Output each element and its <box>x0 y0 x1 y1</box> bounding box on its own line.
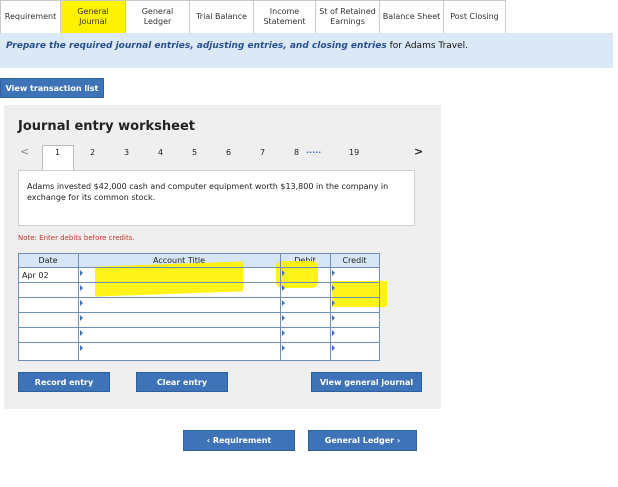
credit-input-icon[interactable] <box>332 285 335 291</box>
table-line <box>18 297 379 298</box>
pager-next-icon[interactable]: > <box>414 145 423 158</box>
pager-page-7[interactable]: 7 <box>260 148 265 157</box>
debit-input-icon[interactable] <box>282 300 285 306</box>
tab-label: Income Statement <box>263 7 306 26</box>
journal-entry-table: Date Account Title Debit Credit Apr 02 <box>18 253 387 361</box>
instruction-banner: Prepare the required journal entries, ad… <box>0 33 613 68</box>
entry-pager: < 1 2 3 4 5 6 7 8 ····· 19 > <box>14 145 434 170</box>
instruction-rest: for Adams Travel. <box>389 41 469 51</box>
table-line <box>330 253 331 361</box>
pager-page-4[interactable]: 4 <box>158 148 163 157</box>
pager-page-1[interactable]: 1 <box>55 148 60 157</box>
tab-trial-balance[interactable]: Trial Balance <box>190 0 254 34</box>
journal-entry-worksheet: Journal entry worksheet < 1 2 3 4 5 6 7 … <box>4 105 441 409</box>
table-line <box>18 253 19 361</box>
tab-label: Requirement <box>4 12 57 21</box>
tab-label: Post Closing <box>450 12 499 21</box>
table-line <box>18 312 379 313</box>
debit-input-icon[interactable] <box>282 345 285 351</box>
view-transaction-list-button[interactable]: View transaction list <box>0 78 104 98</box>
credit-input-icon[interactable] <box>332 330 335 336</box>
tab-requirement[interactable]: Requirement <box>0 0 61 34</box>
pager-page-2[interactable]: 2 <box>90 148 95 157</box>
tab-label: General Journal <box>77 7 109 26</box>
date-cell[interactable]: Apr 02 <box>22 271 49 280</box>
tab-label: General Ledger <box>141 7 174 26</box>
tab-label: Balance Sheet <box>382 12 441 21</box>
pager-page-6[interactable]: 6 <box>226 148 231 157</box>
prev-requirement-button[interactable]: ‹ Requirement <box>183 430 295 451</box>
tab-label: St of Retained Earnings <box>319 7 376 26</box>
table-line <box>18 360 379 361</box>
table-line <box>18 253 379 254</box>
table-line <box>18 282 379 283</box>
pager-prev-icon[interactable]: < <box>20 145 29 158</box>
account-dropdown-icon[interactable] <box>80 345 83 351</box>
credit-input-icon[interactable] <box>332 270 335 276</box>
instruction-emphasis: Prepare the required journal entries, ad… <box>6 41 387 51</box>
debit-input-icon[interactable] <box>282 270 285 276</box>
view-general-journal-button[interactable]: View general journal <box>311 372 422 392</box>
tab-st-retained-earnings[interactable]: St of Retained Earnings <box>316 0 380 34</box>
pager-page-3[interactable]: 3 <box>124 148 129 157</box>
credit-input-icon[interactable] <box>332 315 335 321</box>
account-dropdown-icon[interactable] <box>80 315 83 321</box>
debit-input-icon[interactable] <box>282 330 285 336</box>
table-line <box>78 253 79 361</box>
pager-page-8[interactable]: 8 <box>294 148 299 157</box>
credit-input-icon[interactable] <box>332 345 335 351</box>
table-line <box>379 253 380 361</box>
clear-entry-button[interactable]: Clear entry <box>136 372 228 392</box>
pager-ellipsis: ····· <box>306 148 322 157</box>
table-line <box>18 342 379 343</box>
tab-general-ledger[interactable]: General Ledger <box>126 0 190 34</box>
credit-input-icon[interactable] <box>332 300 335 306</box>
pager-page-5[interactable]: 5 <box>192 148 197 157</box>
column-header-credit: Credit <box>330 253 379 267</box>
worksheet-title: Journal entry worksheet <box>18 119 195 134</box>
tab-balance-sheet[interactable]: Balance Sheet <box>380 0 444 34</box>
tab-label: Trial Balance <box>196 12 247 21</box>
debit-input-icon[interactable] <box>282 285 285 291</box>
tab-post-closing[interactable]: Post Closing <box>444 0 506 34</box>
column-header-date: Date <box>18 253 78 267</box>
record-entry-button[interactable]: Record entry <box>18 372 110 392</box>
account-dropdown-icon[interactable] <box>80 270 83 276</box>
table-line <box>280 253 281 361</box>
next-general-ledger-button[interactable]: General Ledger › <box>308 430 417 451</box>
table-line <box>18 267 379 268</box>
tab-bar: Requirement General Journal General Ledg… <box>0 0 506 34</box>
account-dropdown-icon[interactable] <box>80 330 83 336</box>
transaction-description: Adams invested $42,000 cash and computer… <box>18 170 415 226</box>
tab-general-journal[interactable]: General Journal <box>61 0 126 34</box>
pager-page-19[interactable]: 19 <box>349 148 359 157</box>
debit-input-icon[interactable] <box>282 315 285 321</box>
account-dropdown-icon[interactable] <box>80 300 83 306</box>
table-line <box>18 327 379 328</box>
tab-income-statement[interactable]: Income Statement <box>254 0 316 34</box>
account-dropdown-icon[interactable] <box>80 285 83 291</box>
entry-note: Note: Enter debits before credits. <box>18 234 135 242</box>
